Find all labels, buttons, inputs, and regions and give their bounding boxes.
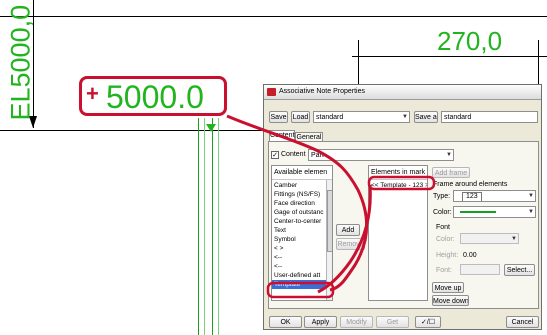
font-color-label: Color: bbox=[436, 236, 455, 243]
list-item[interactable]: Text bbox=[274, 226, 286, 235]
color-select[interactable]: ▼ bbox=[453, 206, 536, 218]
chevron-down-icon: ▼ bbox=[528, 193, 534, 199]
structure-line-4 bbox=[218, 118, 219, 335]
add-frame-button[interactable]: Add frame bbox=[432, 167, 470, 178]
tab-general[interactable]: General bbox=[295, 132, 323, 141]
cancel-button[interactable]: Cancel bbox=[506, 316, 539, 328]
content-checkbox-label: Content bbox=[281, 151, 306, 158]
cad-canvas[interactable]: EL5000,0 270,0 + 5000.0 Associative Note… bbox=[0, 0, 547, 335]
available-elements-header: Available elemen bbox=[274, 169, 328, 176]
plus-sign: + bbox=[86, 81, 99, 106]
content-select-value: Part bbox=[311, 152, 324, 159]
list-item[interactable]: Center-to-center bbox=[274, 217, 321, 226]
color-label: Color: bbox=[433, 209, 452, 216]
type-select-value: 123 bbox=[462, 192, 482, 201]
list-item[interactable]: User-defined att bbox=[274, 271, 320, 280]
elevation-line bbox=[0, 130, 268, 131]
remove-button[interactable]: Remove bbox=[336, 238, 365, 250]
load-select[interactable]: standard ▼ bbox=[313, 111, 410, 123]
type-select[interactable]: 123 ▼ bbox=[453, 190, 536, 202]
structure-line-1 bbox=[198, 118, 199, 335]
list-item[interactable]: Symbol bbox=[274, 235, 296, 244]
dimension-label: 270,0 bbox=[437, 26, 503, 56]
dimension-line bbox=[352, 56, 547, 57]
chevron-down-icon: ▼ bbox=[528, 209, 534, 215]
save-as-button[interactable]: Save as bbox=[414, 111, 438, 123]
load-button[interactable]: Load bbox=[291, 111, 310, 123]
font-color-select[interactable]: ▼ bbox=[460, 233, 519, 244]
save-as-input[interactable]: standard bbox=[441, 111, 538, 123]
structure-line-3 bbox=[212, 118, 213, 335]
list-header-divider bbox=[272, 179, 332, 180]
height-value: 0.00 bbox=[463, 252, 477, 259]
elements-in-mark-list[interactable]: Elements in mark << Template - 123 > bbox=[368, 165, 428, 301]
list-item[interactable]: Face direction bbox=[274, 199, 315, 208]
associative-note-dialog: Associative Note Properties Save Load st… bbox=[263, 84, 542, 330]
mark-list-item[interactable]: << Template - 123 > bbox=[371, 181, 427, 190]
level-label: EL5000,0 bbox=[5, 4, 36, 121]
dialog-title: Associative Note Properties bbox=[279, 88, 365, 95]
frame-around-label: Frame around elements bbox=[433, 181, 508, 188]
app-logo-icon bbox=[267, 88, 276, 96]
elements-in-mark-header: Elements in mark bbox=[371, 169, 426, 176]
list-item[interactable]: <-- bbox=[274, 253, 282, 262]
list-item-selected[interactable]: Template bbox=[272, 280, 327, 289]
upper-elevation-line bbox=[0, 16, 547, 17]
tab-content[interactable]: Content bbox=[269, 130, 295, 141]
select-font-button[interactable]: Select... bbox=[504, 264, 535, 276]
available-list-scrollbar[interactable] bbox=[326, 180, 332, 300]
chevron-down-icon: ▼ bbox=[511, 236, 517, 242]
list-item[interactable]: Camber bbox=[274, 181, 297, 190]
list-item[interactable]: Gage of outstanc bbox=[274, 208, 324, 217]
list-header-divider bbox=[369, 179, 427, 180]
get-button[interactable]: Get bbox=[376, 316, 409, 328]
dialog-titlebar[interactable]: Associative Note Properties bbox=[264, 85, 541, 100]
add-button[interactable]: Add bbox=[336, 224, 360, 236]
ok-button[interactable]: OK bbox=[269, 316, 302, 328]
load-select-value: standard bbox=[316, 114, 344, 121]
toggle-all-button[interactable]: ✓/☐ bbox=[415, 316, 441, 328]
value-callout: + 5000.0 bbox=[79, 76, 227, 116]
font-section-label: Font bbox=[436, 224, 451, 231]
move-down-button[interactable]: Move down bbox=[432, 295, 469, 306]
move-up-button[interactable]: Move up bbox=[432, 282, 464, 293]
font-label: Font: bbox=[436, 267, 452, 274]
content-checkbox[interactable]: ✓ bbox=[271, 151, 279, 159]
structure-line-2 bbox=[204, 118, 205, 335]
apply-button[interactable]: Apply bbox=[304, 316, 337, 328]
font-name-field[interactable] bbox=[460, 264, 500, 275]
modify-button[interactable]: Modify bbox=[340, 316, 373, 328]
list-item[interactable]: <-- bbox=[274, 262, 282, 271]
callout-value: 5000.0 bbox=[106, 79, 204, 115]
chevron-down-icon: ▼ bbox=[446, 152, 452, 158]
chevron-down-icon: ▼ bbox=[402, 114, 408, 120]
list-item[interactable]: Fittings (NS/FS) bbox=[274, 190, 320, 199]
list-item[interactable]: < > bbox=[274, 244, 283, 253]
height-label: Height: bbox=[436, 252, 459, 259]
level-marker-icon bbox=[206, 124, 216, 132]
list-item-label: Template bbox=[274, 281, 301, 288]
scrollbar-thumb[interactable] bbox=[327, 190, 332, 252]
available-elements-list[interactable]: Available elemen Camber Fittings (NS/FS)… bbox=[271, 165, 333, 301]
type-label: Type: bbox=[433, 193, 451, 200]
content-select[interactable]: Part ▼ bbox=[308, 149, 454, 161]
color-swatch bbox=[460, 211, 496, 213]
save-button[interactable]: Save bbox=[269, 111, 288, 123]
